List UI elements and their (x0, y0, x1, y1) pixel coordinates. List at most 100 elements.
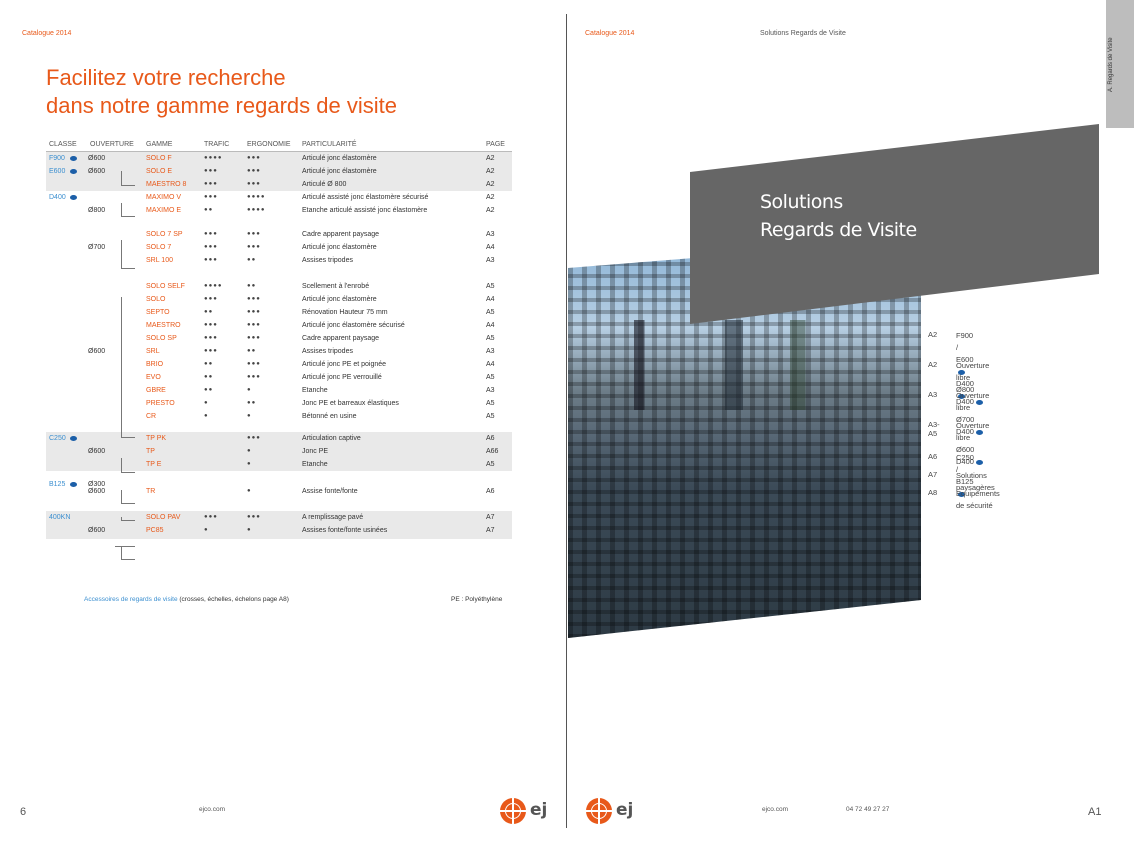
table-row: CR ● ● Bétonné en usine A5 (46, 410, 512, 423)
trafic-rating: ● (204, 527, 209, 533)
ergonomie-rating: ● (247, 448, 252, 454)
gamme-cell[interactable]: EVO (146, 371, 161, 384)
ouverture-cell: Ø600 (88, 168, 106, 175)
nf-certification-icon (70, 195, 77, 200)
page-number: A1 (1088, 806, 1102, 818)
table-row: MAESTRO 8 ●●● ●●● Articulé Ø 800 A2 (46, 178, 512, 191)
page-ref-cell: A7 (486, 527, 495, 534)
nf-certification-icon (70, 156, 77, 161)
page-ref-cell: A2 (486, 181, 495, 188)
tree-line (115, 546, 135, 547)
index-code: A2 (928, 330, 938, 339)
page-spine (566, 14, 567, 828)
page-ref-cell: A4 (486, 361, 495, 368)
table-row: PRESTO ● ●● Jonc PE et barreaux élastiques A… (46, 397, 512, 410)
table-row: D400 MAXIMO V ●●● ●●●● Articulé assisté jonc… (46, 191, 512, 204)
index-line: Ouverture libre Ø600 (956, 421, 990, 454)
gamme-cell[interactable]: TR (146, 485, 155, 498)
particularite-cell: Articulé jonc élastomère (302, 155, 377, 162)
gamme-cell[interactable]: MAESTRO 8 (146, 178, 186, 191)
table-row: Ø700 SOLO 7 ●●● ●●● Articulé jonc élastomère… (46, 241, 512, 254)
page-ref-cell: A3 (486, 348, 495, 355)
particularite-cell: Articulé jonc élastomère (302, 244, 377, 251)
index-line: Equipements de sécurité (956, 489, 1000, 510)
gamme-cell[interactable]: SOLO F (146, 152, 172, 165)
gamme-cell[interactable]: SOLO E (146, 165, 172, 178)
gamme-cell[interactable]: MAESTRO (146, 319, 181, 332)
ergonomie-rating: ● (247, 527, 252, 533)
ergonomie-rating: ●●● (247, 335, 261, 341)
gamme-cell[interactable]: CR (146, 410, 156, 423)
ergonomie-rating: ●●● (247, 435, 261, 441)
gamme-cell[interactable]: PC85 (146, 524, 164, 537)
globe-icon (586, 798, 612, 824)
gamme-cell[interactable]: PRESTO (146, 397, 175, 410)
particularite-cell: Articulé assisté jonc élastomère sécuris… (302, 194, 429, 201)
trafic-rating: ●●● (204, 335, 218, 341)
ouverture-cell: Ø600 (88, 527, 106, 534)
table-row: Ø600 TR ● Assise fonte/fonte A6 (46, 485, 512, 498)
gamme-cell[interactable]: GBRE (146, 384, 166, 397)
gamme-cell[interactable]: MAXIMO V (146, 191, 181, 204)
nf-certification-icon (975, 459, 983, 465)
banner-line-1: Solutions (760, 191, 843, 213)
class-cell: E600 (49, 168, 66, 175)
accessories-note: Accessoires de regards de visite (crosse… (84, 596, 289, 603)
section-tab: A. Regards de Visite (1106, 0, 1134, 128)
table-row: Ø600 PC85 ● ● Assises fonte/fonte usinées A7 (46, 524, 512, 537)
gamme-cell[interactable]: MAXIMO E (146, 204, 181, 217)
table-row: 400KN SOLO PAV ●●● ●●● A remplissage pavé A7 (46, 511, 512, 524)
page-ref-cell: A5 (486, 374, 495, 381)
gamme-cell[interactable]: SOLO 7 (146, 241, 171, 254)
table-row: MAESTRO ●●● ●●● Articulé jonc élastomère sé… (46, 319, 512, 332)
class-cell: 400KN (49, 514, 71, 521)
table-row: C250 TP PK ●●● Articulation captive A6 (46, 432, 512, 445)
page-ref-cell: A3 (486, 231, 495, 238)
particularite-cell: Etanche (302, 387, 328, 394)
gamme-cell[interactable]: TP (146, 445, 155, 458)
gamme-cell[interactable]: SOLO SP (146, 332, 177, 345)
index-code: A3-A5 (928, 420, 940, 438)
ergonomie-rating: ●●● (247, 296, 261, 302)
trafic-rating: ●●● (204, 168, 218, 174)
accessories-link[interactable]: Accessoires de regards de visite (84, 596, 178, 603)
trafic-rating: ●●● (204, 348, 218, 354)
particularite-cell: Assises tripodes (302, 348, 353, 355)
gamme-cell[interactable]: TP E (146, 458, 161, 471)
ej-logo: ej (500, 798, 548, 826)
particularite-cell: A remplissage pavé (302, 514, 364, 521)
gamme-cell[interactable]: SOLO (146, 293, 165, 306)
footer-url[interactable]: ejco.com (199, 806, 225, 813)
logo-text: ej (530, 800, 548, 820)
footer-url[interactable]: ejco.com (762, 806, 788, 813)
page-ref-cell: A2 (486, 155, 495, 162)
ergonomie-rating: ●●● (247, 514, 261, 520)
footer-phone: 04 72 49 27 27 (846, 806, 890, 813)
tree-line (121, 503, 135, 504)
trafic-rating: ● (204, 413, 209, 419)
ergonomie-rating: ●●● (247, 168, 261, 174)
gamme-cell[interactable]: SOLO 7 SP (146, 228, 183, 241)
catalogue-label: Catalogue 2014 (585, 30, 635, 37)
gamme-cell[interactable]: SOLO PAV (146, 511, 180, 524)
index-code: A6 (928, 452, 938, 461)
page-ref-cell: A4 (486, 244, 495, 251)
gamme-cell[interactable]: SEPTO (146, 306, 170, 319)
particularite-cell: Articulé jonc élastomère (302, 296, 377, 303)
gamme-cell[interactable]: TP PK (146, 432, 166, 445)
index-code: A3 (928, 390, 938, 399)
page-ref-cell: A7 (486, 514, 495, 521)
gamme-cell[interactable]: SRL (146, 345, 160, 358)
page-ref-cell: A5 (486, 283, 495, 290)
left-page: Catalogue 2014 Facilitez votre recherche… (0, 0, 566, 842)
trafic-rating: ●●● (204, 194, 218, 200)
gamme-cell[interactable]: SRL 100 (146, 254, 173, 267)
gamme-cell[interactable]: SOLO SELF (146, 280, 185, 293)
ergonomie-rating: ●●● (247, 322, 261, 328)
particularite-cell: Articulé jonc élastomère (302, 168, 377, 175)
ergonomie-rating: ● (247, 488, 252, 494)
ouverture-cell: Ø600 (88, 348, 106, 355)
trafic-rating: ●● (204, 374, 214, 380)
particularite-cell: Assises tripodes (302, 257, 353, 264)
gamme-cell[interactable]: BRIO (146, 358, 163, 371)
